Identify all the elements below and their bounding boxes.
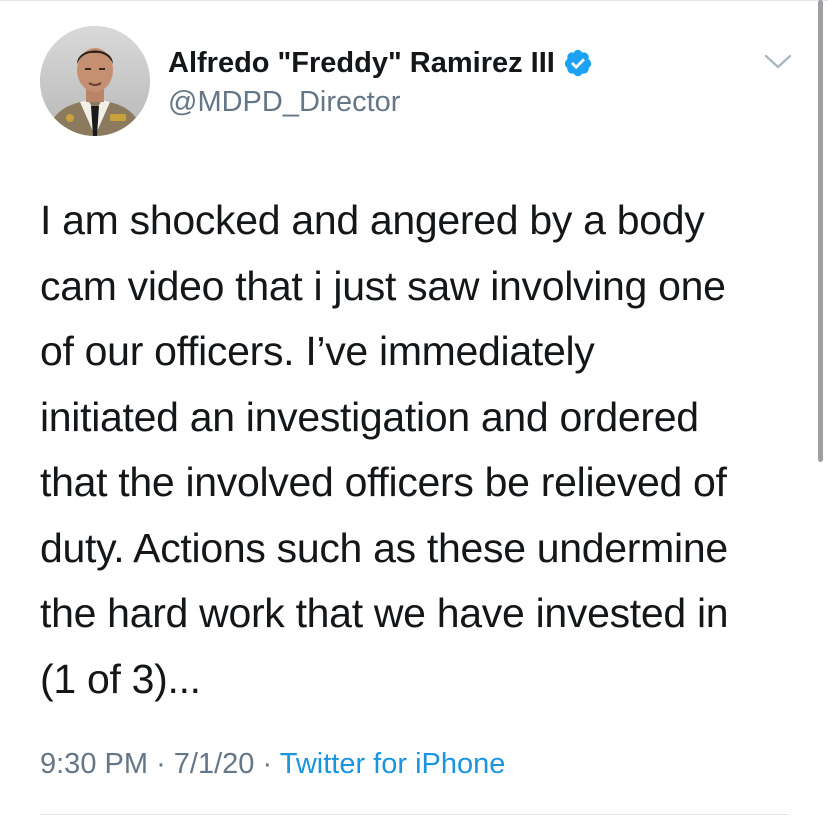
tweet-time[interactable]: 9:30 PM [40, 748, 148, 780]
chevron-down-icon [764, 54, 792, 69]
tweet-source-link[interactable]: Twitter for iPhone [280, 748, 506, 780]
tweet-card: Alfredo "Freddy" Ramirez III @MDPD_Direc… [0, 0, 828, 828]
tweet-header: Alfredo "Freddy" Ramirez III @MDPD_Direc… [168, 44, 593, 119]
profile-photo-icon [40, 26, 150, 136]
tweet-date[interactable]: 7/1/20 [174, 748, 255, 780]
more-options-button[interactable] [762, 48, 794, 76]
user-handle[interactable]: @MDPD_Director [168, 86, 593, 119]
meta-separator: · [156, 748, 166, 780]
meta-separator: · [262, 748, 273, 780]
avatar[interactable] [40, 26, 150, 136]
tweet-meta: 9:30 PM · 7/1/20 · Twitter for iPhone [40, 748, 505, 781]
bottom-divider [40, 814, 788, 815]
display-name[interactable]: Alfredo "Freddy" Ramirez III [168, 47, 555, 80]
name-row: Alfredo "Freddy" Ramirez III [168, 44, 593, 82]
verified-badge-icon [563, 48, 593, 78]
tweet-text: I am shocked and angered by a body cam v… [40, 197, 729, 702]
scrollbar[interactable] [818, 0, 823, 462]
